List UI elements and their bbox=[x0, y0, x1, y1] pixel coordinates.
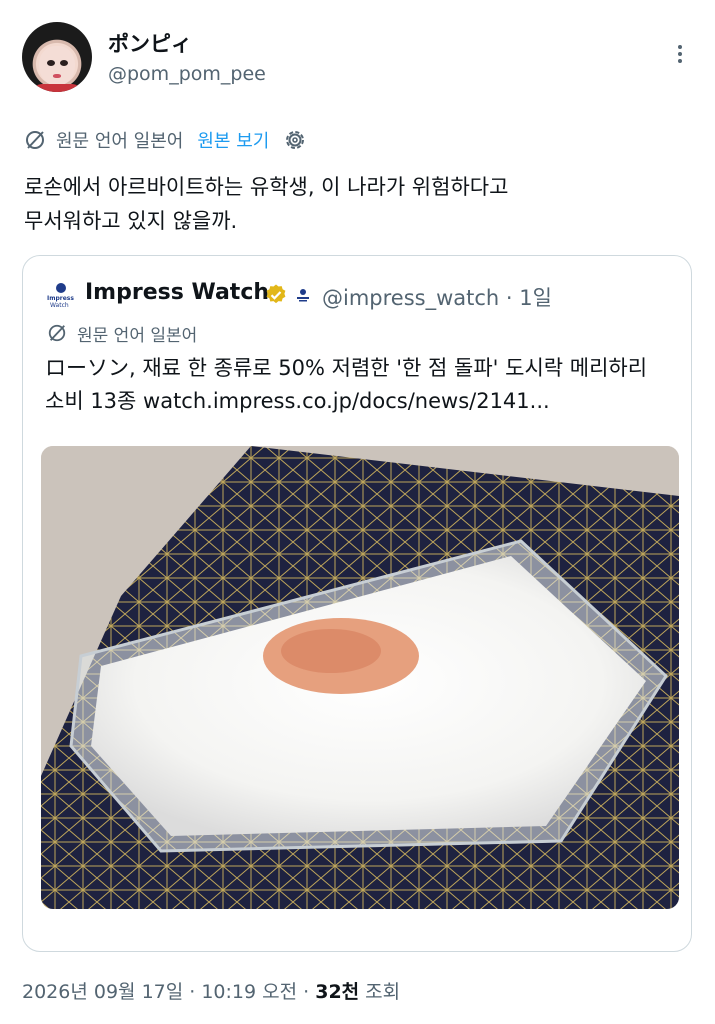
show-original-link[interactable]: 원본 보기 bbox=[197, 127, 269, 153]
translate-icon bbox=[26, 131, 44, 149]
display-name[interactable]: ポンピィ bbox=[108, 28, 192, 58]
quote-text: ローソン, 재료 한 종류로 50% 저렴한 '한 점 돌파' 도시락 메리하리… bbox=[45, 352, 675, 418]
quote-translation-bar: 원문 언어 일본어 bbox=[47, 318, 197, 348]
tweet-text: 로손에서 아르바이트하는 유학생, 이 나라가 위험하다고 무서워하고 있지 않… bbox=[24, 170, 694, 238]
avatar[interactable] bbox=[22, 22, 92, 92]
views-count: 32천 bbox=[315, 981, 360, 1003]
translate-icon bbox=[48, 324, 66, 342]
tweet-text-line2: 무서워하고 있지 않을까. bbox=[24, 209, 238, 233]
more-icon[interactable] bbox=[670, 42, 690, 72]
settings-icon[interactable] bbox=[283, 128, 307, 152]
quote-text-line1: ローソン, 재료 한 종류로 50% 저렴한 '한 점 돌파' 도시락 메리하리 bbox=[45, 356, 648, 380]
quote-handle-time: @impress_watch · 1일 bbox=[322, 286, 552, 310]
quote-avatar-logo[interactable]: Impress Watch bbox=[47, 282, 75, 310]
translation-bar: 원문 언어 일본어 원본 보기 bbox=[24, 124, 317, 156]
quote-display-name[interactable]: Impress Watch bbox=[85, 280, 269, 305]
verified-icon bbox=[266, 284, 286, 304]
handle[interactable]: @pom_pom_pee bbox=[108, 63, 266, 85]
tweet-text-line1: 로손에서 아르바이트하는 유학생, 이 나라가 위험하다고 bbox=[24, 175, 509, 199]
timestamp-views: 2026년 09월 17일 · 10:19 오전 · 32천 조회 bbox=[22, 977, 400, 1004]
views-label: 조회 bbox=[359, 981, 401, 1003]
affiliate-icon bbox=[297, 289, 309, 302]
timestamp[interactable]: 2026년 09월 17일 · 10:19 오전 · bbox=[22, 981, 315, 1003]
translation-label: 원문 언어 일본어 bbox=[56, 131, 184, 152]
quote-text-line2: 소비 13종 watch.impress.co.jp/docs/news/214… bbox=[45, 389, 550, 413]
quote-tweet-card[interactable]: Impress Watch Impress Watch @impress_wat… bbox=[22, 255, 692, 952]
quote-media-image[interactable] bbox=[41, 446, 679, 909]
quote-translation-label: 원문 언어 일본어 bbox=[77, 325, 198, 346]
